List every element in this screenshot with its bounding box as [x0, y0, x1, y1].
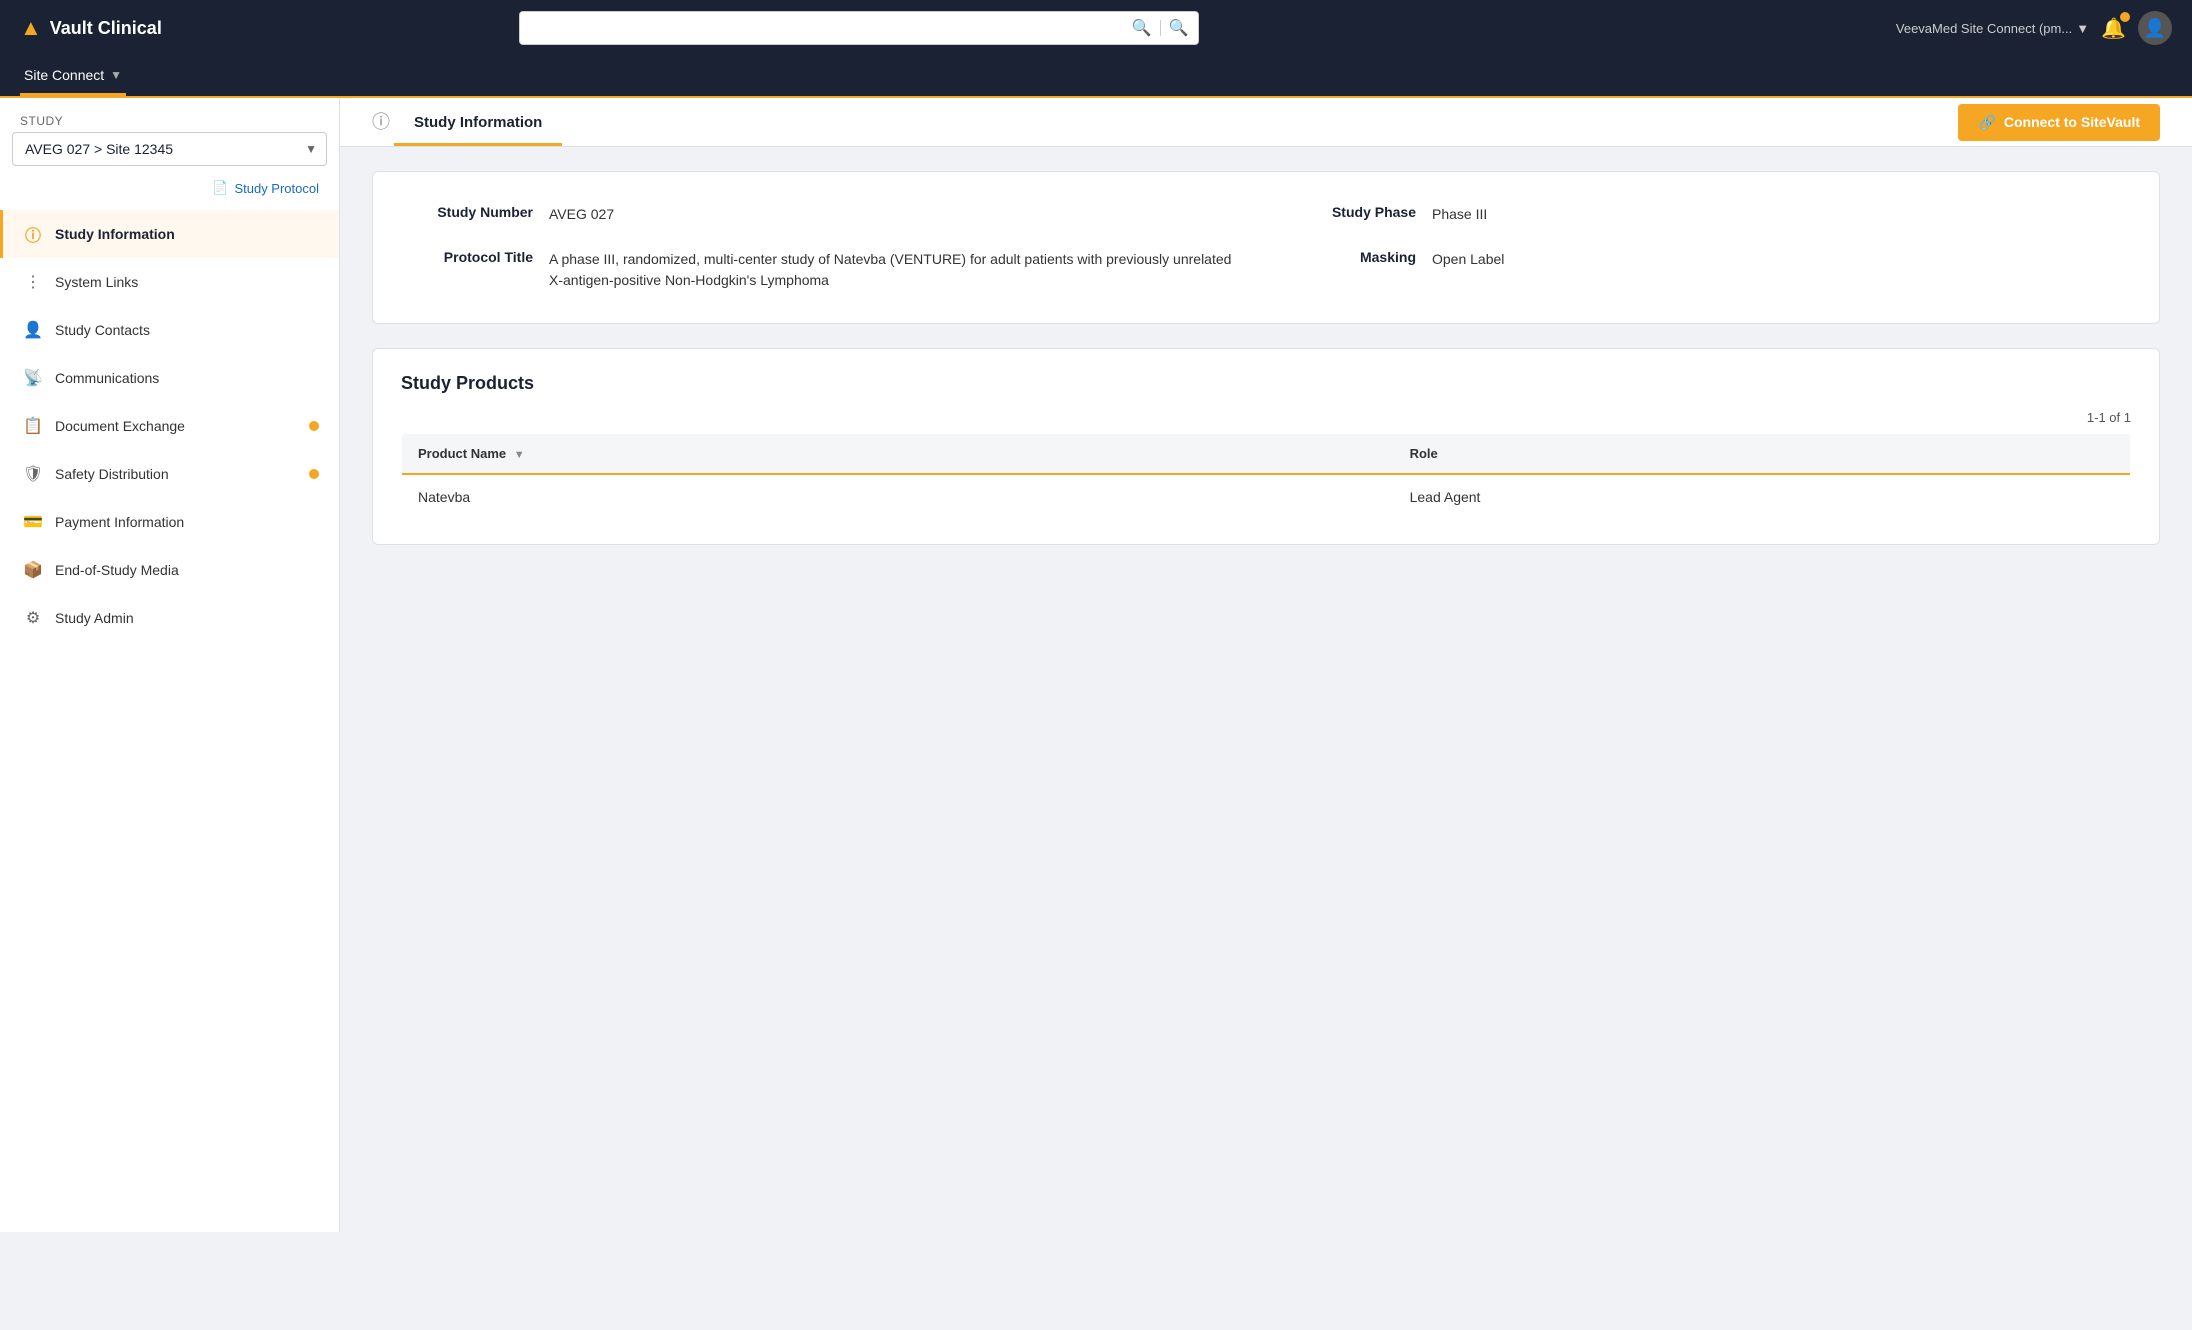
sub-nav-site-connect-label: Site Connect	[24, 67, 104, 83]
vault-logo-icon: ▲	[20, 15, 42, 41]
user-avatar[interactable]: 👤	[2138, 11, 2172, 45]
study-select-wrapper: AVEG 027 > Site 12345 ▼	[12, 132, 327, 166]
avatar-icon: 👤	[2144, 18, 2166, 39]
product-name-header[interactable]: Product Name ▼	[402, 434, 1394, 475]
search-go-icon[interactable]: 🔍	[1167, 16, 1191, 40]
sub-nav-site-connect[interactable]: Site Connect ▼	[20, 56, 126, 96]
sidebar-item-study-information[interactable]: ⓘ Study Information	[0, 210, 339, 258]
sidebar-item-study-contacts[interactable]: 👤 Study Contacts	[0, 306, 339, 354]
link-icon: 🔗	[1978, 114, 1995, 131]
notification-bell[interactable]: 🔔	[2101, 16, 2126, 41]
sidebar-item-study-admin[interactable]: ⚙ Study Admin	[0, 594, 339, 642]
content-area: Study Number AVEG 027 Study Phase Phase …	[340, 147, 2192, 569]
binoculars-icon[interactable]: 🔍	[1130, 16, 1154, 40]
user-info[interactable]: VeevaMed Site Connect (pm... ▼	[1896, 21, 2089, 36]
sidebar-item-payment-information[interactable]: 💳 Payment Information	[0, 498, 339, 546]
sort-icon: ▼	[514, 449, 525, 461]
study-products-card: Study Products 1-1 of 1 Product Name ▼ R…	[372, 348, 2160, 545]
protocol-title-value: A phase III, randomized, multi-center st…	[549, 249, 1236, 291]
masking-label: Masking	[1296, 249, 1416, 291]
sidebar-item-system-links[interactable]: ⋮ System Links	[0, 258, 339, 306]
tab-study-information[interactable]: Study Information	[394, 98, 562, 146]
table-row: Natevba Lead Agent	[402, 474, 2131, 520]
connect-to-sitevault-button[interactable]: 🔗 Connect to SiteVault	[1958, 104, 2160, 141]
app-layout: Study AVEG 027 > Site 12345 ▼ 📄 Study Pr…	[0, 98, 2192, 1232]
user-chevron: ▼	[2076, 21, 2089, 36]
products-count: 1-1 of 1	[401, 410, 2131, 425]
search-input[interactable]	[519, 11, 1199, 45]
product-name-cell: Natevba	[402, 474, 1394, 520]
safety-icon: 🛡	[23, 464, 43, 484]
sub-nav: Site Connect ▼	[0, 56, 2192, 98]
sidebar: Study AVEG 027 > Site 12345 ▼ 📄 Study Pr…	[0, 98, 340, 1232]
bell-badge	[2120, 12, 2130, 22]
study-phase-value: Phase III	[1432, 204, 2119, 225]
main-content: ⓘ Study Information 🔗 Connect to SiteVau…	[340, 98, 2192, 1232]
document-exchange-badge	[309, 421, 319, 431]
study-info-card: Study Number AVEG 027 Study Phase Phase …	[372, 171, 2160, 324]
table-header-row: Product Name ▼ Role	[402, 434, 2131, 475]
top-nav: ▲ Vault Clinical 🔍 🔍 VeevaMed Site Conne…	[0, 0, 2192, 56]
products-title: Study Products	[401, 373, 2131, 394]
contacts-icon: 👤	[23, 320, 43, 340]
page-header: ⓘ Study Information 🔗 Connect to SiteVau…	[340, 98, 2192, 147]
media-icon: 📦	[23, 560, 43, 580]
sidebar-item-communications[interactable]: 📡 Communications	[0, 354, 339, 402]
role-header: Role	[1394, 434, 2131, 475]
protocol-title-field: Protocol Title A phase III, randomized, …	[413, 249, 1236, 291]
sub-nav-chevron: ▼	[110, 68, 122, 82]
study-label: Study	[0, 98, 339, 132]
document-exchange-icon: 📋	[23, 416, 43, 436]
app-name: Vault Clinical	[50, 18, 162, 39]
sidebar-item-end-of-study-media[interactable]: 📦 End-of-Study Media	[0, 546, 339, 594]
sidebar-item-document-exchange[interactable]: 📋 Document Exchange	[0, 402, 339, 450]
communications-icon: 📡	[23, 368, 43, 388]
study-number-value: AVEG 027	[549, 204, 1236, 225]
info-icon: ⓘ	[23, 224, 43, 244]
study-protocol-link[interactable]: 📄 Study Protocol	[0, 174, 339, 210]
user-label: VeevaMed Site Connect (pm...	[1896, 21, 2072, 36]
products-table: Product Name ▼ Role Natevba Lead Agent	[401, 433, 2131, 520]
payment-icon: 💳	[23, 512, 43, 532]
study-number-field: Study Number AVEG 027	[413, 204, 1236, 225]
study-number-label: Study Number	[413, 204, 533, 225]
search-divider	[1160, 20, 1161, 36]
page-header-tabs: ⓘ Study Information	[372, 98, 562, 146]
role-cell: Lead Agent	[1394, 474, 2131, 520]
nav-right: VeevaMed Site Connect (pm... ▼ 🔔 👤	[1896, 11, 2172, 45]
gear-icon: ⚙	[23, 608, 43, 628]
study-select[interactable]: AVEG 027 > Site 12345	[12, 132, 327, 166]
protocol-title-label: Protocol Title	[413, 249, 533, 291]
safety-distribution-badge	[309, 469, 319, 479]
study-phase-label: Study Phase	[1296, 204, 1416, 225]
app-logo: ▲ Vault Clinical	[20, 15, 162, 41]
grid-icon: ⋮	[23, 272, 43, 292]
masking-value: Open Label	[1432, 249, 2119, 291]
document-icon: 📄	[212, 180, 228, 196]
page-info-icon: ⓘ	[372, 108, 390, 134]
study-info-grid: Study Number AVEG 027 Study Phase Phase …	[413, 204, 2119, 291]
search-bar: 🔍 🔍	[519, 11, 1199, 45]
sidebar-item-safety-distribution[interactable]: 🛡 Safety Distribution	[0, 450, 339, 498]
study-phase-field: Study Phase Phase III	[1296, 204, 2119, 225]
masking-field: Masking Open Label	[1296, 249, 2119, 291]
